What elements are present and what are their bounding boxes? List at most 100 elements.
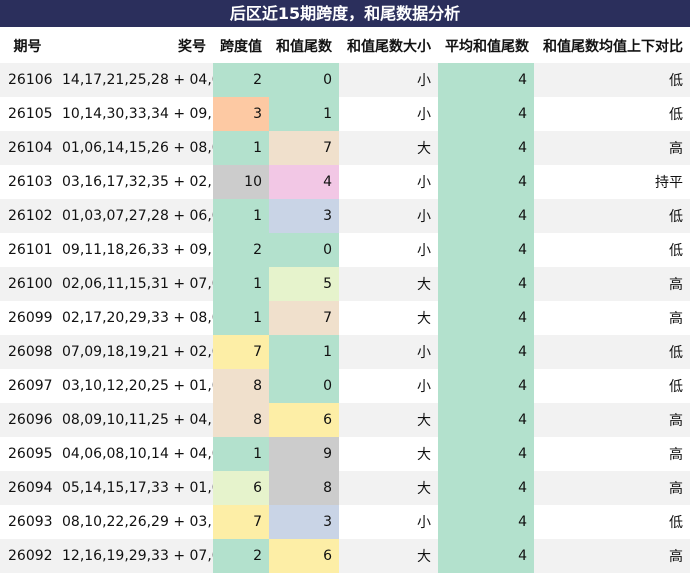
cell-tail: 1 [269, 97, 339, 131]
cell-numbers: 08,10,22,26,29 + 03,10 [55, 505, 213, 539]
cell-issue: 26100 [0, 267, 55, 301]
cell-issue: 26103 [0, 165, 55, 199]
cell-numbers: 02,06,11,15,31 + 07,08 [55, 267, 213, 301]
table-row: 26092 12,16,19,29,33 + 07,09 2 6 大 4 高 [0, 539, 690, 573]
header-size: 和值尾数大小 [339, 28, 438, 63]
cell-compare: 低 [534, 369, 690, 403]
report-title: 后区近15期跨度，和尾数据分析 [0, 0, 690, 28]
cell-numbers: 05,14,15,17,33 + 01,07 [55, 471, 213, 505]
cell-numbers: 12,16,19,29,33 + 07,09 [55, 539, 213, 573]
cell-tail: 8 [269, 471, 339, 505]
table-row: 26099 02,17,20,29,33 + 08,09 1 7 大 4 高 [0, 301, 690, 335]
cell-compare: 低 [534, 233, 690, 267]
table-body: 26106 14,17,21,25,28 + 04,06 2 0 小 4 低 26105 10,… [0, 63, 690, 573]
table-row: 26094 05,14,15,17,33 + 01,07 6 8 大 4 高 [0, 471, 690, 505]
cell-avg: 4 [438, 369, 534, 403]
cell-tail: 1 [269, 335, 339, 369]
cell-compare: 低 [534, 63, 690, 97]
cell-tail: 3 [269, 505, 339, 539]
cell-tail: 4 [269, 165, 339, 199]
cell-numbers: 01,03,07,27,28 + 06,07 [55, 199, 213, 233]
cell-span: 2 [213, 233, 269, 267]
cell-size: 大 [339, 471, 438, 505]
cell-numbers: 08,09,10,11,25 + 04,12 [55, 403, 213, 437]
cell-size: 大 [339, 131, 438, 165]
cell-issue: 26098 [0, 335, 55, 369]
cell-tail: 7 [269, 301, 339, 335]
cell-avg: 4 [438, 437, 534, 471]
cell-compare: 持平 [534, 165, 690, 199]
cell-size: 大 [339, 267, 438, 301]
cell-span: 8 [213, 403, 269, 437]
cell-size: 大 [339, 437, 438, 471]
cell-issue: 26094 [0, 471, 55, 505]
cell-compare: 高 [534, 403, 690, 437]
cell-compare: 低 [534, 97, 690, 131]
table-row: 26098 07,09,18,19,21 + 02,09 7 1 小 4 低 [0, 335, 690, 369]
cell-size: 小 [339, 505, 438, 539]
cell-size: 小 [339, 199, 438, 233]
cell-avg: 4 [438, 233, 534, 267]
cell-span: 3 [213, 97, 269, 131]
header-avg: 平均和值尾数 [438, 28, 534, 63]
cell-avg: 4 [438, 335, 534, 369]
cell-compare: 高 [534, 471, 690, 505]
cell-span: 1 [213, 437, 269, 471]
cell-compare: 高 [534, 267, 690, 301]
table-row: 26100 02,06,11,15,31 + 07,08 1 5 大 4 高 [0, 267, 690, 301]
cell-avg: 4 [438, 97, 534, 131]
header-issue: 期号 [0, 28, 55, 63]
cell-tail: 6 [269, 539, 339, 573]
cell-tail: 0 [269, 233, 339, 267]
cell-avg: 4 [438, 267, 534, 301]
cell-size: 小 [339, 335, 438, 369]
header-compare: 和值尾数均值上下对比 [534, 28, 690, 63]
cell-compare: 高 [534, 539, 690, 573]
cell-size: 小 [339, 63, 438, 97]
cell-numbers: 03,10,12,20,25 + 01,09 [55, 369, 213, 403]
cell-span: 10 [213, 165, 269, 199]
cell-numbers: 09,11,18,26,33 + 09,11 [55, 233, 213, 267]
cell-numbers: 10,14,30,33,34 + 09,12 [55, 97, 213, 131]
cell-issue: 26093 [0, 505, 55, 539]
cell-issue: 26102 [0, 199, 55, 233]
cell-avg: 4 [438, 131, 534, 165]
cell-avg: 4 [438, 301, 534, 335]
cell-issue: 26104 [0, 131, 55, 165]
cell-compare: 高 [534, 437, 690, 471]
table-row: 26101 09,11,18,26,33 + 09,11 2 0 小 4 低 [0, 233, 690, 267]
cell-span: 1 [213, 131, 269, 165]
cell-span: 1 [213, 301, 269, 335]
table-row: 26096 08,09,10,11,25 + 04,12 8 6 大 4 高 [0, 403, 690, 437]
cell-span: 2 [213, 63, 269, 97]
table-row: 26103 03,16,17,32,35 + 02,12 10 4 小 4 持平 [0, 165, 690, 199]
cell-size: 大 [339, 539, 438, 573]
report: 后区近15期跨度，和尾数据分析 期号 奖号 跨度值 和值尾数 和值尾数大小 平均… [0, 0, 690, 573]
table-row: 26097 03,10,12,20,25 + 01,09 8 0 小 4 低 [0, 369, 690, 403]
cell-span: 7 [213, 505, 269, 539]
cell-compare: 高 [534, 301, 690, 335]
cell-avg: 4 [438, 165, 534, 199]
header-tail: 和值尾数 [269, 28, 339, 63]
cell-issue: 26105 [0, 97, 55, 131]
table-row: 26095 04,06,08,10,14 + 04,05 1 9 大 4 高 [0, 437, 690, 471]
cell-span: 2 [213, 539, 269, 573]
cell-span: 6 [213, 471, 269, 505]
header-numbers: 奖号 [55, 28, 213, 63]
cell-numbers: 14,17,21,25,28 + 04,06 [55, 63, 213, 97]
cell-tail: 0 [269, 369, 339, 403]
cell-issue: 26106 [0, 63, 55, 97]
header-row: 期号 奖号 跨度值 和值尾数 和值尾数大小 平均和值尾数 和值尾数均值上下对比 [0, 28, 690, 63]
cell-avg: 4 [438, 403, 534, 437]
cell-size: 大 [339, 403, 438, 437]
cell-compare: 低 [534, 335, 690, 369]
cell-tail: 0 [269, 63, 339, 97]
cell-issue: 26096 [0, 403, 55, 437]
cell-avg: 4 [438, 505, 534, 539]
cell-size: 大 [339, 301, 438, 335]
cell-compare: 低 [534, 505, 690, 539]
cell-numbers: 01,06,14,15,26 + 08,09 [55, 131, 213, 165]
cell-span: 1 [213, 199, 269, 233]
header-span: 跨度值 [213, 28, 269, 63]
cell-size: 小 [339, 165, 438, 199]
